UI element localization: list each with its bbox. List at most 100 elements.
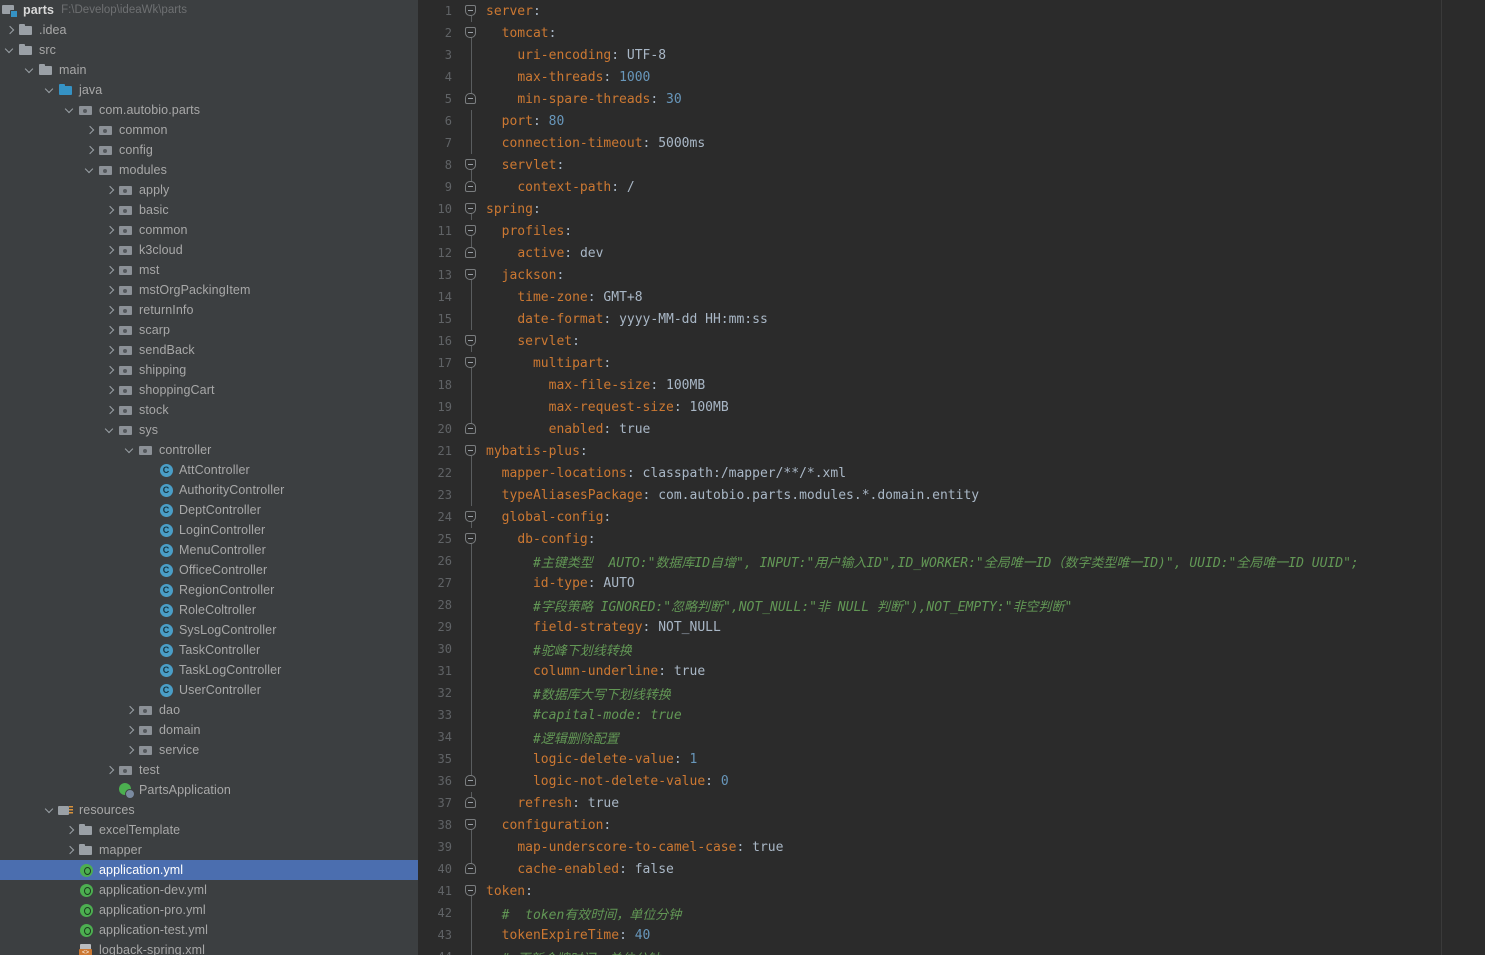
- chevron-down-icon[interactable]: [124, 444, 137, 457]
- code-line[interactable]: 37 refresh: true: [418, 792, 1485, 814]
- code-line[interactable]: 30 #驼峰下划线转换: [418, 638, 1485, 660]
- code-line[interactable]: 26 #主键类型 AUTO:"数据库ID自增", INPUT:"用户输入ID",…: [418, 550, 1485, 572]
- tree-node-shoppingcart[interactable]: shoppingCart: [0, 380, 418, 400]
- chevron-right-icon[interactable]: [104, 404, 117, 417]
- tree-node-returninfo[interactable]: returnInfo: [0, 300, 418, 320]
- code-line[interactable]: 39 map-underscore-to-camel-case: true: [418, 836, 1485, 858]
- fold-gutter[interactable]: [458, 506, 484, 528]
- tree-node-scarp[interactable]: scarp: [0, 320, 418, 340]
- code-line[interactable]: 28 #字段策略 IGNORED:"忽略判断",NOT_NULL:"非 NULL…: [418, 594, 1485, 616]
- tree-node-officecontroller[interactable]: OfficeController: [0, 560, 418, 580]
- code-line[interactable]: 29 field-strategy: NOT_NULL: [418, 616, 1485, 638]
- tree-node-com.autobio.parts[interactable]: com.autobio.parts: [0, 100, 418, 120]
- fold-toggle-icon[interactable]: [465, 5, 476, 16]
- fold-gutter[interactable]: [458, 132, 484, 154]
- fold-gutter[interactable]: [458, 0, 484, 22]
- tree-node-mapper[interactable]: mapper: [0, 840, 418, 860]
- fold-toggle-icon[interactable]: [465, 533, 476, 544]
- fold-gutter[interactable]: [458, 440, 484, 462]
- tree-node-mst[interactable]: mst: [0, 260, 418, 280]
- tree-node-regioncontroller[interactable]: RegionController: [0, 580, 418, 600]
- chevron-right-icon[interactable]: [124, 724, 137, 737]
- tree-node-authoritycontroller[interactable]: AuthorityController: [0, 480, 418, 500]
- code-line[interactable]: 33 #capital-mode: true: [418, 704, 1485, 726]
- fold-gutter[interactable]: [458, 418, 484, 440]
- tree-node-src[interactable]: src: [0, 40, 418, 60]
- fold-toggle-icon[interactable]: [465, 203, 476, 214]
- code-line[interactable]: 11 profiles:: [418, 220, 1485, 242]
- code-line[interactable]: 34 #逻辑删除配置: [418, 726, 1485, 748]
- chevron-right-icon[interactable]: [4, 24, 17, 37]
- tree-node-apply[interactable]: apply: [0, 180, 418, 200]
- code-line[interactable]: 35 logic-delete-value: 1: [418, 748, 1485, 770]
- fold-toggle-icon[interactable]: [465, 819, 476, 830]
- fold-toggle-icon[interactable]: [465, 797, 476, 808]
- tree-node-tasklogcontroller[interactable]: TaskLogController: [0, 660, 418, 680]
- tree-node-resources[interactable]: resources: [0, 800, 418, 820]
- chevron-right-icon[interactable]: [64, 824, 77, 837]
- chevron-down-icon[interactable]: [24, 64, 37, 77]
- tree-node-attcontroller[interactable]: AttController: [0, 460, 418, 480]
- tree-node-mstorgpackingitem[interactable]: mstOrgPackingItem: [0, 280, 418, 300]
- tree-node-logincontroller[interactable]: LoginController: [0, 520, 418, 540]
- fold-gutter[interactable]: [458, 352, 484, 374]
- code-line[interactable]: 22 mapper-locations: classpath:/mapper/*…: [418, 462, 1485, 484]
- tree-node-list[interactable]: .idea src main java com.autobio.parts common c…: [0, 20, 418, 955]
- fold-toggle-icon[interactable]: [465, 247, 476, 258]
- code-line[interactable]: 40 cache-enabled: false: [418, 858, 1485, 880]
- chevron-right-icon[interactable]: [104, 304, 117, 317]
- code-line[interactable]: 20 enabled: true: [418, 418, 1485, 440]
- fold-toggle-icon[interactable]: [465, 269, 476, 280]
- code-line[interactable]: 1 server:: [418, 0, 1485, 22]
- tree-node-dao[interactable]: dao: [0, 700, 418, 720]
- code-line[interactable]: 6 port: 80: [418, 110, 1485, 132]
- fold-gutter[interactable]: [458, 550, 484, 572]
- fold-gutter[interactable]: [458, 924, 484, 946]
- code-line[interactable]: 32 #数据库大写下划线转换: [418, 682, 1485, 704]
- fold-gutter[interactable]: [458, 44, 484, 66]
- tree-node-sys[interactable]: sys: [0, 420, 418, 440]
- tree-node-syslogcontroller[interactable]: SysLogController: [0, 620, 418, 640]
- fold-toggle-icon[interactable]: [465, 445, 476, 456]
- tree-node-modules[interactable]: modules: [0, 160, 418, 180]
- fold-gutter[interactable]: [458, 682, 484, 704]
- code-line[interactable]: 7 connection-timeout: 5000ms: [418, 132, 1485, 154]
- code-line[interactable]: 12 active: dev: [418, 242, 1485, 264]
- fold-gutter[interactable]: [458, 770, 484, 792]
- fold-gutter[interactable]: [458, 792, 484, 814]
- code-line[interactable]: 21 mybatis-plus:: [418, 440, 1485, 462]
- code-line[interactable]: 44 # 更新令牌时间，单位分钟: [418, 946, 1485, 955]
- tree-node-taskcontroller[interactable]: TaskController: [0, 640, 418, 660]
- chevron-down-icon[interactable]: [104, 424, 117, 437]
- code-line[interactable]: 5 min-spare-threads: 30: [418, 88, 1485, 110]
- fold-toggle-icon[interactable]: [465, 885, 476, 896]
- chevron-right-icon[interactable]: [84, 144, 97, 157]
- fold-toggle-icon[interactable]: [465, 863, 476, 874]
- code-line[interactable]: 15 date-format: yyyy-MM-dd HH:mm:ss: [418, 308, 1485, 330]
- tree-node-application-dev.yml[interactable]: application-dev.yml: [0, 880, 418, 900]
- tree-node-config[interactable]: config: [0, 140, 418, 160]
- chevron-right-icon[interactable]: [104, 344, 117, 357]
- fold-gutter[interactable]: [458, 242, 484, 264]
- tree-node-logback-spring.xml[interactable]: logback-spring.xml: [0, 940, 418, 955]
- fold-gutter[interactable]: [458, 176, 484, 198]
- fold-gutter[interactable]: [458, 594, 484, 616]
- fold-gutter[interactable]: [458, 726, 484, 748]
- tree-node-test[interactable]: test: [0, 760, 418, 780]
- code-line[interactable]: 23 typeAliasesPackage: com.autobio.parts…: [418, 484, 1485, 506]
- chevron-right-icon[interactable]: [104, 224, 117, 237]
- project-root-row[interactable]: parts F:\Develop\ideaWk\parts: [0, 0, 418, 20]
- fold-gutter[interactable]: [458, 396, 484, 418]
- chevron-right-icon[interactable]: [104, 184, 117, 197]
- project-tree-panel[interactable]: parts F:\Develop\ideaWk\parts .idea src ma…: [0, 0, 418, 955]
- fold-gutter[interactable]: [458, 66, 484, 88]
- fold-gutter[interactable]: [458, 748, 484, 770]
- chevron-down-icon[interactable]: [4, 44, 17, 57]
- chevron-down-icon[interactable]: [44, 804, 57, 817]
- fold-toggle-icon[interactable]: [465, 159, 476, 170]
- code-editor[interactable]: 1 server: 2 tomcat: 3 uri-encoding: UTF-8 4 …: [418, 0, 1485, 955]
- tree-node-application-test.yml[interactable]: application-test.yml: [0, 920, 418, 940]
- tree-node-controller[interactable]: controller: [0, 440, 418, 460]
- code-line[interactable]: 19 max-request-size: 100MB: [418, 396, 1485, 418]
- chevron-right-icon[interactable]: [124, 744, 137, 757]
